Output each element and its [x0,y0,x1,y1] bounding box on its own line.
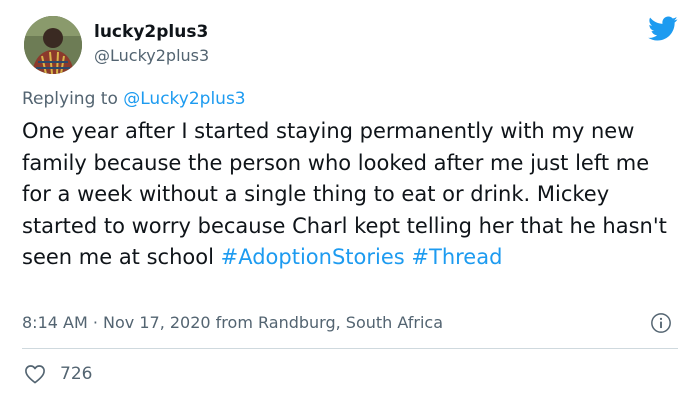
heart-icon[interactable] [24,364,46,384]
divider [22,348,678,349]
tweet-card: lucky2plus3 @Lucky2plus3 Replying to @Lu… [0,0,700,402]
replying-prefix: Replying to [22,89,118,109]
author-display-name[interactable]: lucky2plus3 [94,22,208,42]
tweet-timestamp[interactable]: 8:14 AM · Nov 17, 2020 from Randburg, So… [22,313,443,332]
like-count: 726 [60,364,93,384]
avatar-image [24,16,82,74]
tweet-text: One year after I started staying permane… [22,116,682,274]
replying-to: Replying to @Lucky2plus3 [22,89,246,109]
hashtag-link[interactable]: #AdoptionStories [221,245,405,269]
author-handle[interactable]: @Lucky2plus3 [94,46,209,65]
info-icon[interactable] [650,312,672,334]
reply-mention-link[interactable]: @Lucky2plus3 [123,89,245,109]
hashtag-link[interactable]: #Thread [411,245,502,269]
twitter-bird-icon[interactable] [648,16,678,42]
avatar[interactable] [24,16,82,74]
